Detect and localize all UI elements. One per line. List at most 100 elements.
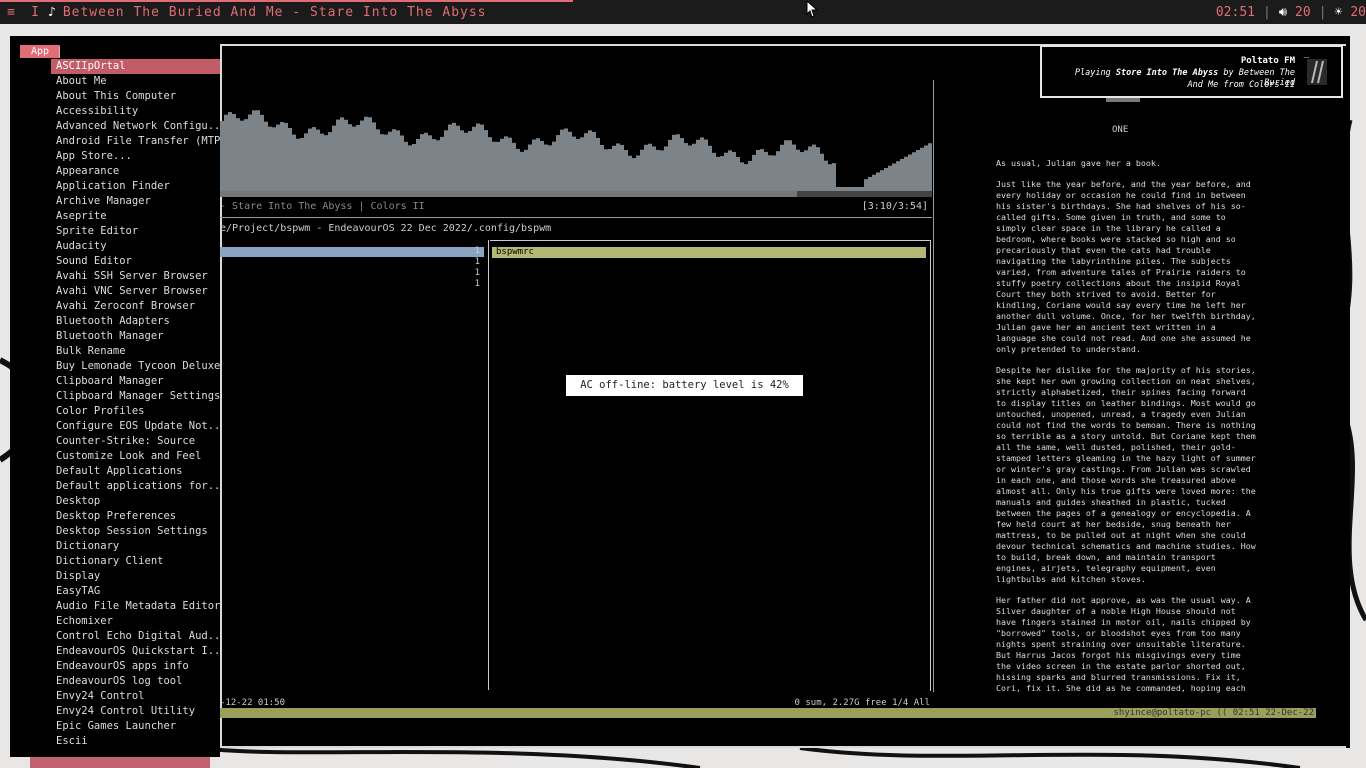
- visualizer-bar: [788, 140, 792, 191]
- app-list-item[interactable]: Audio File Metadata Editor: [51, 599, 220, 614]
- app-list-item[interactable]: Audacity: [51, 239, 220, 254]
- app-list-item[interactable]: Avahi VNC Server Browser: [51, 284, 220, 299]
- app-list-item[interactable]: Bulk Rename: [51, 344, 220, 359]
- visualizer-bar: [808, 146, 812, 191]
- visualizer-bar: [912, 152, 916, 191]
- app-list-item[interactable]: Default applications for...: [51, 479, 220, 494]
- file-manager-status: -12-22 01:50 0 sum, 2.27G free 1/4 All: [220, 698, 932, 708]
- app-list-item[interactable]: Avahi Zeroconf Browser: [51, 299, 220, 314]
- app-list-item[interactable]: Avahi SSH Server Browser: [51, 269, 220, 284]
- app-list-item[interactable]: Envy24 Control Utility: [51, 704, 220, 719]
- visualizer-bar: [224, 114, 228, 191]
- visualizer-bar: [356, 125, 360, 191]
- visualizer-bar: [240, 120, 244, 191]
- app-list-item[interactable]: Appearance: [51, 164, 220, 179]
- file-entry[interactable]: bspwmrc: [492, 247, 926, 258]
- battery-notification[interactable]: AC off-line: battery level is 42%: [566, 375, 803, 396]
- app-list-item[interactable]: About This Computer: [51, 89, 220, 104]
- app-list-item[interactable]: Color Profiles: [51, 404, 220, 419]
- visualizer-bar: [484, 130, 488, 191]
- visualizer-bar: [572, 136, 576, 191]
- visualizer-bar: [604, 149, 608, 191]
- file-manager-current-pane[interactable]: bspwmrc: [490, 240, 931, 691]
- visualizer-bar: [524, 149, 528, 191]
- app-list-item[interactable]: Buy Lemonade Tycoon Deluxe: [51, 359, 220, 374]
- visualizer-bar: [868, 176, 872, 191]
- app-list-item[interactable]: Customize Look and Feel: [51, 449, 220, 464]
- file-manager-parent-pane[interactable]: 1 1 1 1: [220, 240, 489, 690]
- app-list-item[interactable]: Desktop: [51, 494, 220, 509]
- visualizer-bar: [432, 139, 436, 191]
- app-list-item[interactable]: EasyTAG: [51, 584, 220, 599]
- app-list-item[interactable]: Desktop Preferences: [51, 509, 220, 524]
- visualizer-bar: [676, 134, 680, 191]
- visualizer-bar: [800, 152, 804, 191]
- app-list-item[interactable]: Sound Editor: [51, 254, 220, 269]
- file-date: -12-22 01:50: [220, 698, 286, 708]
- visualizer-bar: [268, 126, 272, 191]
- hamburger-icon[interactable]: ≡: [0, 5, 22, 20]
- app-list-item[interactable]: Clipboard Manager: [51, 374, 220, 389]
- app-list-item[interactable]: Application Finder: [51, 179, 220, 194]
- book-reader[interactable]: As usual, Julian gave her a book. Just l…: [996, 158, 1258, 706]
- launcher-input[interactable]: |: [56, 45, 63, 58]
- app-list-item[interactable]: Android File Transfer (MTP): [51, 134, 220, 149]
- app-list-item[interactable]: Aseprite: [51, 209, 220, 224]
- visualizer-bar: [892, 163, 896, 191]
- app-list-item[interactable]: Archive Manager: [51, 194, 220, 209]
- app-list-item[interactable]: Advanced Network Configu...: [51, 119, 220, 134]
- speaker-icon[interactable]: 🔊︎: [1279, 5, 1287, 20]
- app-list-item[interactable]: Dictionary: [51, 539, 220, 554]
- notification-app-name: Poltato FM: [1240, 56, 1295, 66]
- playing-prefix: Playing: [1074, 68, 1111, 78]
- app-launcher[interactable]: App | ASCIIpOrtal About Me About This Comp…: [10, 42, 220, 757]
- app-list-item[interactable]: Bluetooth Adapters: [51, 314, 220, 329]
- visualizer-bar: [272, 127, 276, 191]
- app-list-item[interactable]: EndeavourOS log tool: [51, 674, 220, 689]
- app-list-item[interactable]: Dictionary Client: [51, 554, 220, 569]
- visualizer-bar: [296, 138, 300, 191]
- app-list-item[interactable]: Echomixer: [51, 614, 220, 629]
- app-list-item[interactable]: Bluetooth Manager: [51, 329, 220, 344]
- selected-row[interactable]: [220, 247, 484, 257]
- visualizer-bar: [552, 141, 556, 191]
- app-list-item[interactable]: Control Echo Digital Aud...: [51, 629, 220, 644]
- app-list-item[interactable]: Clipboard Manager Settings: [51, 389, 220, 404]
- app-list-item[interactable]: About Me: [51, 74, 220, 89]
- app-list-item[interactable]: Configure EOS Update Not...: [51, 419, 220, 434]
- brightness-level[interactable]: 20: [1350, 5, 1366, 20]
- now-playing-widget[interactable]: ♪ Between The Buried And Me - Stare Into…: [48, 5, 487, 20]
- app-list-item[interactable]: Counter-Strike: Source: [51, 434, 220, 449]
- chapter-heading: ONE: [1112, 125, 1129, 135]
- app-list-item[interactable]: EndeavourOS Quickstart I...: [51, 644, 220, 659]
- visualizer-bar: [820, 153, 824, 191]
- visualizer-bar: [348, 124, 352, 191]
- player-progress-bar[interactable]: [220, 191, 932, 197]
- volume-level[interactable]: 20: [1295, 5, 1311, 20]
- visualizer-bar: [284, 122, 288, 191]
- visualizer-bar: [828, 164, 832, 191]
- visualizer-bar: [536, 138, 540, 191]
- app-list: ASCIIpOrtal About Me About This Computer Ac…: [51, 59, 220, 749]
- app-list-item[interactable]: Desktop Session Settings: [51, 524, 220, 539]
- app-list-item[interactable]: Envy24 Control: [51, 689, 220, 704]
- visualizer-bar: [692, 143, 696, 191]
- app-list-item[interactable]: Sprite Editor: [51, 224, 220, 239]
- visualizer-bar: [508, 137, 512, 191]
- visualizer-bar: [652, 146, 656, 191]
- visualizer-bar: [644, 144, 648, 191]
- visualizer-bar: [896, 161, 900, 191]
- app-list-item[interactable]: Display: [51, 569, 220, 584]
- app-list-item[interactable]: ASCIIpOrtal: [51, 59, 220, 74]
- app-list-item[interactable]: Accessibility: [51, 104, 220, 119]
- app-list-item[interactable]: Default Applications: [51, 464, 220, 479]
- sun-icon[interactable]: ☀︎: [1335, 5, 1343, 20]
- app-list-item[interactable]: EndeavourOS apps info: [51, 659, 220, 674]
- visualizer-bar: [480, 124, 484, 191]
- music-notification[interactable]: Poltato FM — Playing Store Into The Abys…: [1040, 45, 1343, 98]
- app-list-item[interactable]: Epic Games Launcher: [51, 719, 220, 734]
- by-word: by: [1223, 68, 1234, 78]
- workspace-indicator[interactable]: I: [22, 5, 48, 20]
- app-list-item[interactable]: App Store...: [51, 149, 220, 164]
- app-list-item[interactable]: Escii: [51, 734, 220, 749]
